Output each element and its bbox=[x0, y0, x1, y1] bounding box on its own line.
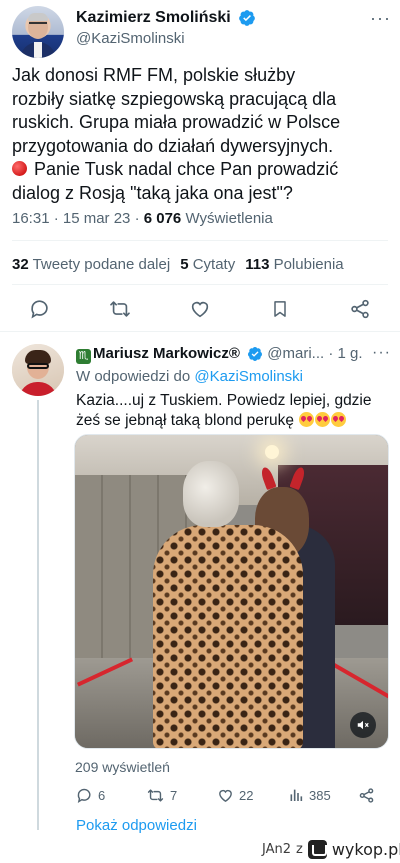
author-name-row[interactable]: Kazimierz Smoliński bbox=[76, 9, 256, 27]
reply-line: żeś se jebnął taką blond perukę bbox=[76, 411, 392, 431]
likes-count: 113 bbox=[245, 256, 270, 273]
more-options-icon[interactable]: ··· bbox=[370, 8, 391, 29]
heart-eyes-emoji-icon bbox=[331, 412, 347, 427]
author-name[interactable]: Kazimierz Smoliński bbox=[76, 9, 231, 26]
retweet-button[interactable] bbox=[105, 294, 135, 324]
share-icon bbox=[359, 787, 374, 803]
reply-likes-count: 22 bbox=[239, 787, 254, 803]
reply-author-name[interactable]: Mariusz Markowicz® bbox=[93, 345, 240, 362]
tweet-line: Jak donosi RMF FM, polskie służby bbox=[12, 65, 296, 85]
author-handle[interactable]: @KaziSmolinski bbox=[76, 30, 185, 47]
likes-stat[interactable]: 113 Polubienia bbox=[245, 256, 343, 273]
watermark-conj: z bbox=[296, 841, 303, 857]
tweet-line: Panie Tusk nadal chce Pan prowadzić bbox=[12, 158, 392, 182]
reply-age: · 1 g. bbox=[324, 345, 363, 362]
engagement-stats: 32 Tweety podane dalej 5 Cytaty 113 Polubi… bbox=[12, 256, 344, 273]
retweet-icon bbox=[110, 301, 130, 317]
tweet-time[interactable]: 16:31 · 15 mar 23 · bbox=[12, 210, 144, 227]
reply-icon bbox=[77, 788, 91, 803]
thread-line bbox=[37, 400, 39, 830]
reply-button[interactable] bbox=[25, 294, 55, 324]
reply-more-options-icon[interactable]: ··· bbox=[372, 344, 391, 362]
analytics-bars-icon bbox=[290, 789, 303, 801]
tweet-line: dialog z Rosją "taką jaka ona jest"? bbox=[12, 182, 293, 203]
quotes-stat[interactable]: 5 Cytaty bbox=[180, 256, 235, 273]
reply-author-handle[interactable]: @mari... bbox=[267, 345, 324, 362]
watermark: JAn2 z wykop.pl bbox=[262, 838, 400, 860]
reply-author-avatar[interactable] bbox=[12, 344, 64, 396]
tweet-line: przygotowania do działań dywersyjnych. bbox=[12, 135, 334, 156]
divider bbox=[12, 284, 388, 285]
retweets-count: 32 bbox=[12, 256, 29, 273]
quotes-count: 5 bbox=[180, 256, 189, 273]
reply-analytics-button[interactable]: 385 bbox=[288, 784, 331, 806]
retweet-icon bbox=[147, 788, 164, 802]
tweet-line: ruskich. Grupa miała prowadzić w Polsce bbox=[12, 112, 341, 132]
watermark-user: JAn2 bbox=[262, 841, 292, 857]
bookmark-button[interactable] bbox=[265, 294, 295, 324]
share-icon bbox=[351, 299, 369, 319]
reply-line-text: żeś se jebnął taką blond perukę bbox=[76, 412, 299, 429]
red-circle-emoji-icon bbox=[12, 161, 27, 176]
watermark-site: wykop.pl bbox=[331, 839, 400, 859]
bookmark-icon bbox=[274, 301, 286, 317]
reply-like-button[interactable]: 22 bbox=[217, 784, 253, 806]
views-label: Wyświetlenia bbox=[181, 210, 273, 227]
reply-share-button[interactable] bbox=[358, 784, 375, 806]
tweet-meta: 16:31 · 15 mar 23 · 6 076 Wyświetlenia bbox=[12, 210, 273, 227]
quotes-label: Cytaty bbox=[188, 256, 236, 273]
retweets-label: Tweety podane dalej bbox=[28, 256, 171, 273]
section-divider bbox=[0, 331, 400, 332]
reply-reply-button[interactable]: 6 bbox=[76, 784, 105, 806]
retweets-stat[interactable]: 32 Tweety podane dalej bbox=[12, 256, 170, 273]
reply-line: Kazia....uj z Tuskiem. Powiedz lepiej, g… bbox=[76, 392, 372, 409]
reply-icon bbox=[31, 300, 48, 319]
likes-label: Polubienia bbox=[269, 256, 344, 273]
reply-retweet-button[interactable]: 7 bbox=[146, 784, 177, 806]
replying-to-prefix: W odpowiedzi do bbox=[76, 368, 195, 385]
tweet-line-text: Panie Tusk nadal chce Pan prowadzić bbox=[34, 159, 339, 179]
reply-video[interactable] bbox=[74, 434, 389, 749]
verified-badge-icon bbox=[248, 347, 263, 361]
reply-views: 209 wyświetleń bbox=[75, 759, 170, 775]
like-button[interactable] bbox=[185, 294, 215, 324]
heart-icon bbox=[219, 789, 232, 802]
divider bbox=[12, 240, 388, 241]
reply-analytics-count: 385 bbox=[309, 787, 331, 803]
verified-badge-icon bbox=[239, 10, 256, 26]
share-button[interactable] bbox=[345, 294, 375, 324]
replying-to-handle-link[interactable]: @KaziSmolinski bbox=[194, 368, 303, 385]
heart-eyes-emoji-icon bbox=[315, 412, 331, 427]
views-count: 6 076 bbox=[143, 210, 182, 227]
tweet-text: Jak donosi RMF FM, polskie służby rozbił… bbox=[12, 64, 392, 205]
heart-icon bbox=[191, 301, 209, 318]
reply-retweets-count: 7 bbox=[170, 787, 178, 803]
author-avatar[interactable] bbox=[12, 6, 64, 58]
reply-replies-count: 6 bbox=[98, 787, 106, 803]
replying-to: W odpowiedzi do @KaziSmolinski bbox=[76, 368, 303, 385]
heart-eyes-emoji-icon bbox=[299, 412, 315, 427]
scorpio-icon: ♏ bbox=[76, 349, 91, 364]
reply-author-row[interactable]: ♏ Mariusz Markowicz® @mari... · 1 g. bbox=[76, 345, 363, 364]
tweet-line: rozbiły siatkę szpiegowską pracującą dla bbox=[12, 88, 337, 109]
show-replies-link[interactable]: Pokaż odpowiedzi bbox=[76, 817, 197, 834]
volume-muted-icon bbox=[357, 720, 369, 730]
reply-text: Kazia....uj z Tuskiem. Powiedz lepiej, g… bbox=[76, 391, 392, 431]
mute-button[interactable] bbox=[350, 712, 376, 738]
wykop-logo-icon bbox=[307, 839, 327, 859]
